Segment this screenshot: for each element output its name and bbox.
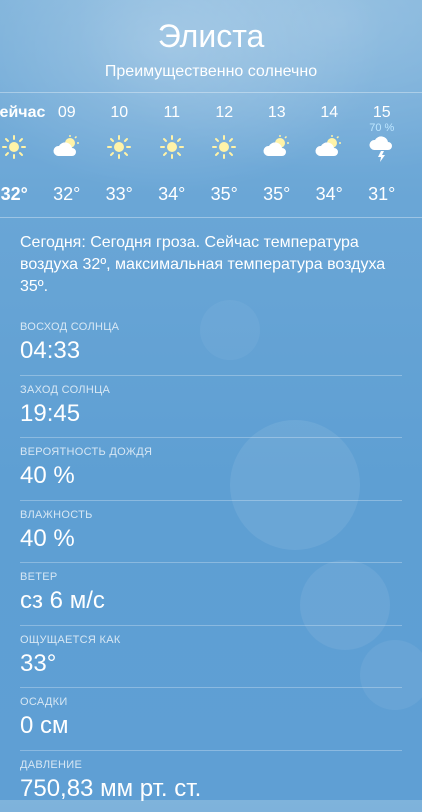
detail-feels-like: ОЩУЩАЕТСЯ КАК 33° xyxy=(20,626,402,689)
hour-temperature: 33° xyxy=(93,184,146,205)
detail-label: ВЕРОЯТНОСТЬ ДОЖДЯ xyxy=(20,446,152,458)
sun-icon xyxy=(198,134,251,172)
detail-label: ОЩУЩАЕТСЯ КАК xyxy=(20,634,121,646)
partly-cloudy-icon xyxy=(41,134,94,172)
detail-rain-chance: ВЕРОЯТНОСТЬ ДОЖДЯ 40 % xyxy=(20,438,402,501)
daily-summary: Сегодня: Сегодня гроза. Сейчас температу… xyxy=(20,232,410,298)
hour-temperature: 32° xyxy=(41,184,94,205)
detail-value: 40 % xyxy=(20,525,75,553)
hour-label: Сейчас xyxy=(0,102,41,124)
detail-value: 750,83 мм рт. ст. xyxy=(20,775,201,803)
sun-icon xyxy=(0,134,41,172)
partly-cloudy-icon xyxy=(303,134,356,172)
precip-probability: 70 % xyxy=(356,122,409,134)
detail-pressure: ДАВЛЕНИЕ 750,83 мм рт. ст. xyxy=(20,751,402,812)
detail-sunrise: ВОСХОД СОЛНЦА 04:33 xyxy=(20,313,402,376)
divider xyxy=(0,217,422,218)
detail-value: 19:45 xyxy=(20,400,80,428)
hourly-item: 12 35° xyxy=(198,92,251,212)
hour-label: 09 xyxy=(41,102,94,124)
hour-temperature: 32° xyxy=(0,184,41,205)
sun-icon xyxy=(93,134,146,172)
hourly-forecast[interactable]: Сейчас 32° 09 32° 10 33° 11 34° 12 xyxy=(0,92,422,212)
hourly-item: Сейчас 32° xyxy=(0,92,41,212)
detail-precipitation: ОСАДКИ 0 см xyxy=(20,688,402,751)
detail-label: ВЕТЕР xyxy=(20,571,58,583)
hourly-item: 10 33° xyxy=(93,92,146,212)
hour-temperature: 31° xyxy=(356,184,409,205)
hour-temperature: 35° xyxy=(251,184,304,205)
hourly-item: 14 34° xyxy=(303,92,356,212)
hour-label: 10 xyxy=(93,102,146,124)
detail-label: ВЛАЖНОСТЬ xyxy=(20,509,93,521)
detail-value: 04:33 xyxy=(20,337,80,365)
hour-temperature: 35° xyxy=(198,184,251,205)
hourly-item: 15 70 % 31° xyxy=(356,92,409,212)
hourly-item: 09 32° xyxy=(41,92,94,212)
detail-wind: ВЕТЕР сз 6 м/с xyxy=(20,563,402,626)
hour-temperature: 34° xyxy=(303,184,356,205)
detail-label: ОСАДКИ xyxy=(20,696,68,708)
detail-value: 0 см xyxy=(20,712,69,740)
hourly-item: 11 34° xyxy=(146,92,199,212)
weather-details: ВОСХОД СОЛНЦА 04:33 ЗАХОД СОЛНЦА 19:45 В… xyxy=(20,313,402,812)
detail-label: ДАВЛЕНИЕ xyxy=(20,759,82,771)
hour-label: 15 xyxy=(356,102,409,124)
thunderstorm-icon xyxy=(356,134,409,172)
detail-value: 40 % xyxy=(20,462,75,490)
detail-sunset: ЗАХОД СОЛНЦА 19:45 xyxy=(20,376,402,439)
hourly-item: 13 35° xyxy=(251,92,304,212)
hour-temperature: 34° xyxy=(146,184,199,205)
detail-value: 33° xyxy=(20,650,56,678)
sun-icon xyxy=(146,134,199,172)
hour-label: 11 xyxy=(146,102,199,124)
partly-cloudy-icon xyxy=(251,134,304,172)
detail-value: сз 6 м/с xyxy=(20,587,105,615)
detail-label: ЗАХОД СОЛНЦА xyxy=(20,384,110,396)
hour-label: 14 xyxy=(303,102,356,124)
detail-humidity: ВЛАЖНОСТЬ 40 % xyxy=(20,501,402,564)
detail-label: ВОСХОД СОЛНЦА xyxy=(20,321,119,333)
weather-condition: Преимущественно солнечно xyxy=(0,63,422,81)
hour-label: 12 xyxy=(198,102,251,124)
city-name: Элиста xyxy=(0,18,422,55)
hour-label: 13 xyxy=(251,102,304,124)
